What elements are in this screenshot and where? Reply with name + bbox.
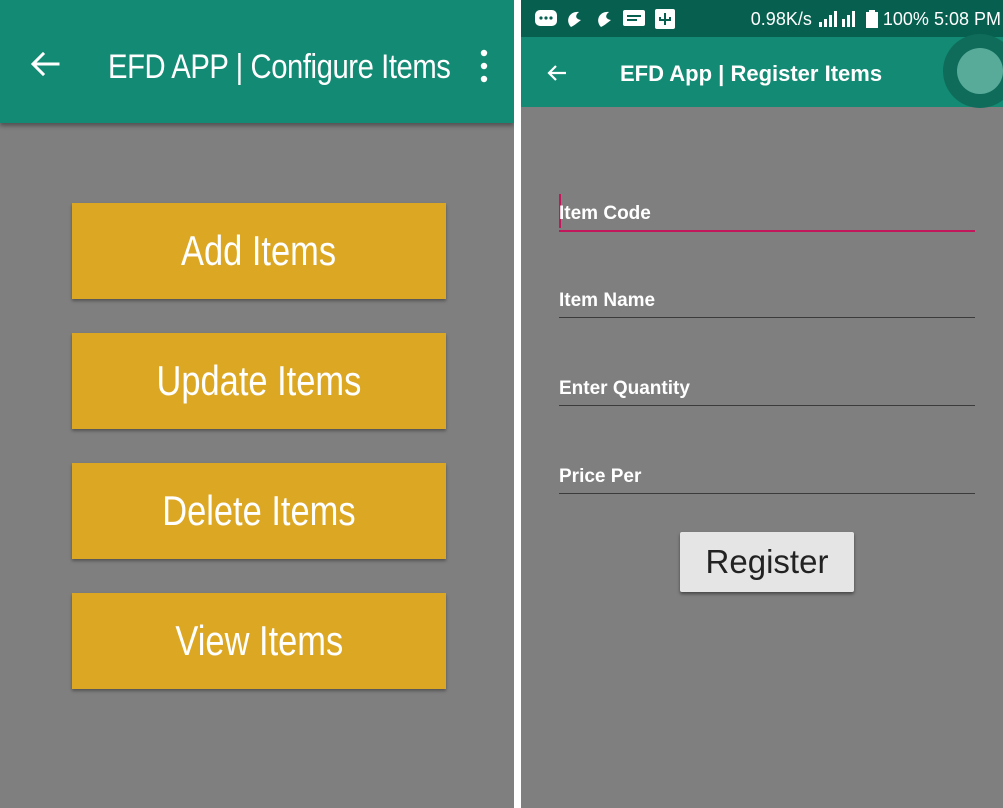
signal-icon: [818, 11, 855, 27]
toolbar-title: EFD App | Register Items: [620, 61, 883, 86]
clock: 5:08 PM: [933, 9, 1001, 29]
more-vert-icon[interactable]: [472, 47, 496, 85]
notification-icons: [535, 9, 675, 29]
network-speed: 0.98K/s: [750, 9, 812, 29]
app-toolbar: EFD APP | Configure Items: [0, 0, 514, 123]
delete-items-button[interactable]: Delete Items: [72, 463, 446, 559]
update-items-button[interactable]: Update Items: [72, 333, 446, 429]
add-items-button[interactable]: Add Items: [72, 203, 446, 299]
view-items-button[interactable]: View Items: [72, 593, 446, 689]
fab-circle-icon: [957, 48, 1003, 94]
back-arrow-icon[interactable]: [28, 47, 62, 81]
register-button[interactable]: Register: [680, 532, 854, 592]
view-items-label: View Items: [175, 617, 343, 664]
battery-level: 100%: [882, 9, 929, 29]
status-info: 0.98K/s 100% 5:08 PM: [751, 9, 1001, 30]
register-items-screen: 0.98K/s 100% 5:08 PM EFD App | Register …: [521, 0, 1003, 808]
back-arrow-icon[interactable]: [545, 61, 569, 85]
status-bar: 0.98K/s 100% 5:08 PM: [521, 0, 1003, 37]
item-name-label: Item Name: [559, 290, 656, 311]
configure-items-screen: EFD APP | Configure Items Add Items Upda…: [0, 0, 514, 808]
quantity-field[interactable]: Enter Quantity: [559, 369, 975, 406]
quantity-label: Enter Quantity: [559, 378, 690, 399]
item-code-field[interactable]: Item Code: [559, 194, 975, 232]
toolbar-title: EFD APP | Configure Items: [108, 48, 451, 86]
price-per-field[interactable]: Price Per: [559, 457, 975, 494]
app-toolbar: EFD App | Register Items: [521, 34, 1003, 108]
update-items-label: Update Items: [156, 357, 362, 404]
add-items-label: Add Items: [181, 227, 337, 274]
item-code-label: Item Code: [559, 203, 651, 224]
price-per-label: Price Per: [559, 466, 642, 487]
item-name-field[interactable]: Item Name: [559, 281, 975, 318]
floating-action-button[interactable]: [943, 34, 1003, 108]
delete-items-label: Delete Items: [162, 487, 356, 534]
battery-icon: [865, 10, 878, 28]
